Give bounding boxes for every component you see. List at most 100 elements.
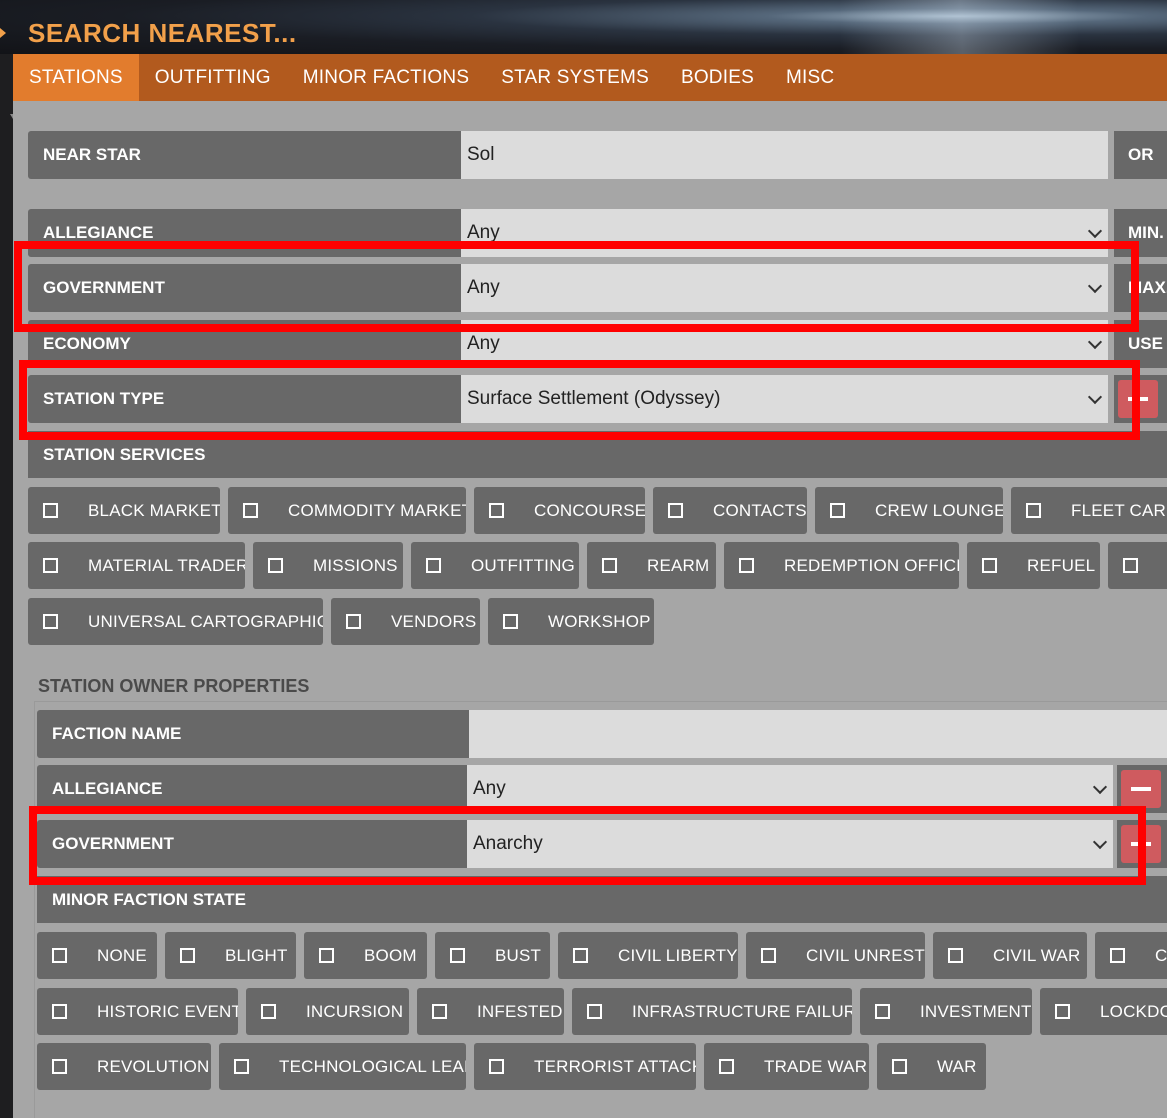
- state-infested[interactable]: INFESTED: [417, 988, 564, 1035]
- checkbox-icon[interactable]: [180, 948, 195, 963]
- checkbox-icon[interactable]: [450, 948, 465, 963]
- checkbox-icon[interactable]: [43, 558, 58, 573]
- faction-name-input[interactable]: [469, 710, 1167, 758]
- tab-minor-factions[interactable]: MINOR FACTIONS: [287, 54, 485, 101]
- remove-icon[interactable]: [1121, 770, 1161, 808]
- service-outfitting[interactable]: OUTFITTING: [411, 542, 579, 589]
- tab-misc[interactable]: MISC: [770, 54, 850, 101]
- minor-faction-state-header: MINOR FACTION STATE: [37, 876, 1167, 923]
- checkbox-icon[interactable]: [503, 614, 518, 629]
- state-bust[interactable]: BUST: [435, 932, 550, 979]
- state-war[interactable]: WAR: [877, 1043, 986, 1090]
- service-commodity-market[interactable]: COMMODITY MARKET: [228, 487, 466, 534]
- checkbox-icon[interactable]: [602, 558, 617, 573]
- service-contacts[interactable]: CONTACTS: [653, 487, 807, 534]
- state-civil-liberty[interactable]: CIVIL LIBERTY: [558, 932, 738, 979]
- checkbox-icon[interactable]: [234, 1059, 249, 1074]
- state-terrorist-attack[interactable]: TERRORIST ATTACK: [474, 1043, 696, 1090]
- station-type-select[interactable]: Surface Settlement (Odyssey): [461, 375, 1108, 423]
- checkbox-icon[interactable]: [573, 948, 588, 963]
- service-missions[interactable]: MISSIONS: [253, 542, 403, 589]
- service-concourse[interactable]: CONCOURSE: [474, 487, 645, 534]
- economy-select[interactable]: Any: [461, 320, 1108, 368]
- checkbox-icon[interactable]: [432, 1004, 447, 1019]
- state-investment[interactable]: INVESTMENT: [860, 988, 1032, 1035]
- state-blight[interactable]: BLIGHT: [165, 932, 296, 979]
- checkbox-icon[interactable]: [892, 1059, 907, 1074]
- checkbox-icon[interactable]: [1110, 948, 1125, 963]
- state-none[interactable]: NONE: [37, 932, 157, 979]
- owner-allegiance-label: ALLEGIANCE: [37, 765, 467, 813]
- state-lockdown[interactable]: LOCKDOW: [1040, 988, 1167, 1035]
- owner-government-label: GOVERNMENT: [37, 820, 467, 868]
- state-trade-war[interactable]: TRADE WAR: [704, 1043, 869, 1090]
- service-rearm[interactable]: REARM: [587, 542, 716, 589]
- owner-allegiance-actions: [1117, 765, 1167, 813]
- checkbox-icon[interactable]: [319, 948, 334, 963]
- checkbox-icon[interactable]: [52, 948, 67, 963]
- checkbox-icon[interactable]: [426, 558, 441, 573]
- checkbox-icon[interactable]: [719, 1059, 734, 1074]
- checkbox-icon[interactable]: [739, 558, 754, 573]
- service-fleet-carrier[interactable]: FLEET CARRI: [1011, 487, 1167, 534]
- owner-allegiance-select[interactable]: Any: [467, 765, 1113, 813]
- checkbox-icon[interactable]: [268, 558, 283, 573]
- tab-star-systems[interactable]: STAR SYSTEMS: [485, 54, 665, 101]
- checkbox-icon[interactable]: [489, 1059, 504, 1074]
- state-cut-off-c[interactable]: C: [1095, 932, 1167, 979]
- service-refuel[interactable]: REFUEL: [967, 542, 1100, 589]
- checkbox-icon[interactable]: [52, 1004, 67, 1019]
- checkbox-icon[interactable]: [43, 614, 58, 629]
- state-technological-leap[interactable]: TECHNOLOGICAL LEAP: [219, 1043, 466, 1090]
- service-crew-lounge[interactable]: CREW LOUNGE: [815, 487, 1003, 534]
- remove-icon[interactable]: [1118, 380, 1158, 418]
- service-universal-cartographics[interactable]: UNIVERSAL CARTOGRAPHICS: [28, 598, 323, 645]
- allegiance-select[interactable]: Any: [461, 209, 1108, 257]
- remove-icon[interactable]: [1121, 825, 1161, 863]
- checkbox-icon[interactable]: [1026, 503, 1041, 518]
- service-redemption-office[interactable]: REDEMPTION OFFICE: [724, 542, 959, 589]
- allegiance-label: ALLEGIANCE: [28, 209, 461, 257]
- station-services-header: STATION SERVICES: [28, 431, 1167, 478]
- checkbox-icon[interactable]: [261, 1004, 276, 1019]
- header-background-art: [752, 0, 1167, 54]
- tab-stations[interactable]: STATIONS: [13, 54, 139, 101]
- service-black-market[interactable]: BLACK MARKET: [28, 487, 220, 534]
- near-star-input[interactable]: Sol: [461, 131, 1108, 179]
- checkbox-icon[interactable]: [489, 503, 504, 518]
- service-material-trader[interactable]: MATERIAL TRADER: [28, 542, 245, 589]
- state-civil-war[interactable]: CIVIL WAR: [933, 932, 1087, 979]
- checkbox-icon[interactable]: [1123, 558, 1138, 573]
- state-civil-unrest[interactable]: CIVIL UNREST: [746, 932, 925, 979]
- checkbox-icon[interactable]: [982, 558, 997, 573]
- state-boom[interactable]: BOOM: [304, 932, 427, 979]
- checkbox-icon[interactable]: [830, 503, 845, 518]
- chevron-down-icon: [1087, 278, 1103, 294]
- state-revolution[interactable]: REVOLUTION: [37, 1043, 211, 1090]
- service-workshop[interactable]: WORKSHOP: [488, 598, 654, 645]
- allegiance-value: Any: [467, 222, 500, 243]
- left-edge-strip: [0, 54, 13, 1118]
- service-vendors[interactable]: VENDORS: [331, 598, 480, 645]
- checkbox-icon[interactable]: [761, 948, 776, 963]
- state-infrastructure-failure[interactable]: INFRASTRUCTURE FAILURE: [572, 988, 852, 1035]
- tab-bodies[interactable]: BODIES: [665, 54, 770, 101]
- checkbox-icon[interactable]: [43, 503, 58, 518]
- state-historic-event[interactable]: HISTORIC EVENT: [37, 988, 238, 1035]
- state-incursion[interactable]: INCURSION: [246, 988, 409, 1035]
- tab-outfitting[interactable]: OUTFITTING: [139, 54, 287, 101]
- checkbox-icon[interactable]: [587, 1004, 602, 1019]
- checkbox-icon[interactable]: [948, 948, 963, 963]
- service-cut-off[interactable]: [1108, 542, 1167, 589]
- checkbox-icon[interactable]: [346, 614, 361, 629]
- checkbox-icon[interactable]: [243, 503, 258, 518]
- caret-right-icon[interactable]: [0, 28, 6, 38]
- checkbox-icon[interactable]: [1055, 1004, 1070, 1019]
- government-select[interactable]: Any: [461, 264, 1108, 312]
- owner-government-select[interactable]: Anarchy: [467, 820, 1113, 868]
- checkbox-icon[interactable]: [668, 503, 683, 518]
- app-header: SEARCH NEAREST...: [0, 0, 1167, 54]
- checkbox-icon[interactable]: [875, 1004, 890, 1019]
- checkbox-icon[interactable]: [52, 1059, 67, 1074]
- chevron-down-icon: [1087, 334, 1103, 350]
